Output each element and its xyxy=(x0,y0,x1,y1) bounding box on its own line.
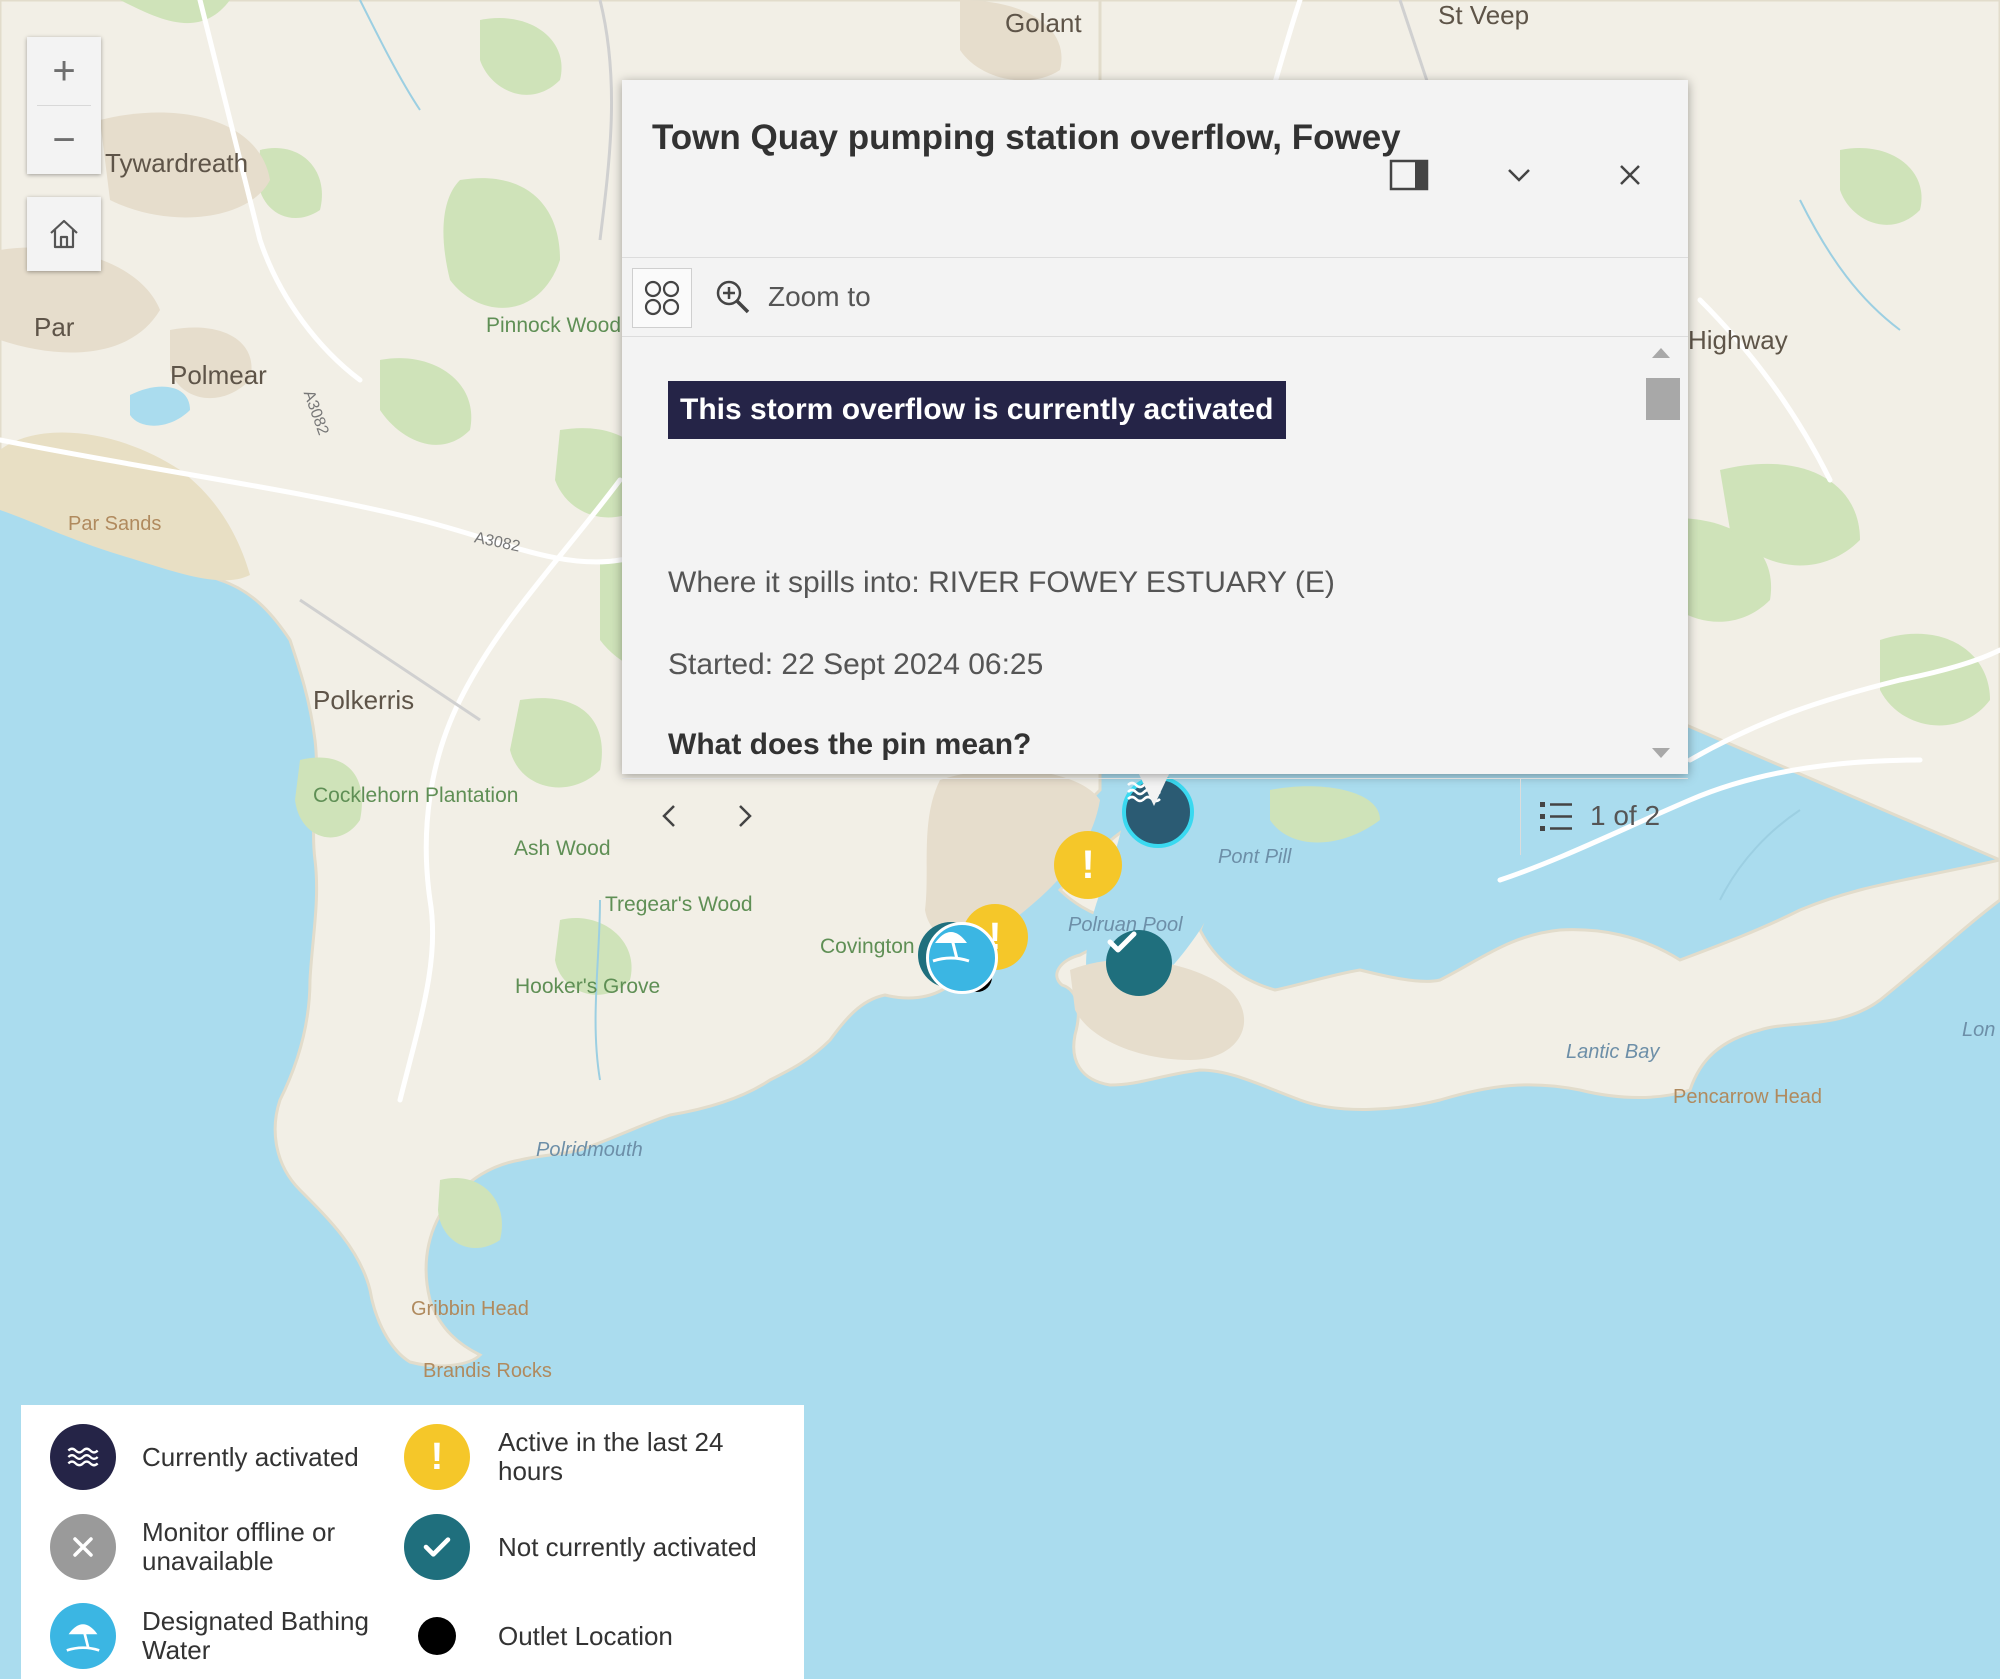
legend-item-designated-bathing-water: Designated Bathing Water xyxy=(50,1603,390,1669)
pagination-label: 1 of 2 xyxy=(1590,800,1661,831)
place-label: Ash Wood xyxy=(514,837,611,860)
place-label: Covington xyxy=(820,935,915,958)
feature-popup: Town Quay pumping station overflow, Fowe… xyxy=(622,80,1688,855)
place-label: Pencarrow Head xyxy=(1673,1086,1822,1108)
dock-button[interactable] xyxy=(1384,150,1434,200)
place-label: Par xyxy=(34,312,75,342)
close-icon xyxy=(1620,165,1640,185)
chevron-left-icon xyxy=(662,805,675,827)
feature-list-button[interactable]: 1 of 2 xyxy=(1538,791,1660,841)
map-legend: Currently activated ! Active in the last… xyxy=(21,1405,804,1679)
legend-item-monitor-offline: Monitor offline or unavailable xyxy=(50,1514,390,1580)
previous-feature-button[interactable] xyxy=(644,791,694,841)
dock-panel-icon xyxy=(1389,159,1429,191)
x-icon xyxy=(50,1514,116,1580)
list-icon xyxy=(1540,802,1572,831)
beach-umbrella-icon xyxy=(932,932,970,963)
exclamation-icon: ! xyxy=(404,1424,470,1490)
check-icon xyxy=(404,1514,470,1580)
zoom-in-magnifier-icon xyxy=(716,280,750,314)
zoom-to-button[interactable]: Zoom to xyxy=(714,272,871,322)
place-label: Polridmouth xyxy=(536,1139,643,1161)
legend-label: Designated Bathing Water xyxy=(142,1606,369,1665)
legend-item-not-currently-activated: Not currently activated xyxy=(404,1514,784,1580)
popup-title: Town Quay pumping station overflow, Fowe… xyxy=(652,118,1401,157)
place-label: Highway xyxy=(1688,325,1788,355)
place-label: Cocklehorn Plantation xyxy=(313,784,519,807)
beach-umbrella-icon xyxy=(50,1603,116,1669)
legend-label: Currently activated xyxy=(142,1441,359,1472)
popup-header: Town Quay pumping station overflow, Fowe… xyxy=(622,80,1688,257)
pin-meaning-heading: What does the pin mean? xyxy=(668,728,1032,761)
place-label: Pinnock Wood xyxy=(486,314,622,337)
chevron-down-icon xyxy=(1508,169,1530,182)
place-label: Lon xyxy=(1962,1019,1996,1041)
popup-footer: 1 of 2 xyxy=(622,778,1688,855)
legend-label: Outlet Location xyxy=(498,1620,673,1651)
home-icon xyxy=(50,219,78,249)
actions-grid-icon xyxy=(644,280,680,316)
legend-item-outlet-location: Outlet Location xyxy=(404,1603,784,1669)
place-label: St Veep xyxy=(1438,0,1530,30)
legend-item-currently-activated: Currently activated xyxy=(50,1424,390,1490)
dot-icon xyxy=(404,1603,470,1669)
actions-menu-button[interactable] xyxy=(632,268,692,328)
place-label: Hooker's Grove xyxy=(515,975,661,998)
place-label: Tregear's Wood xyxy=(605,893,753,916)
spills-into-text: Where it spills into: RIVER FOWEY ESTUAR… xyxy=(668,566,1335,599)
legend-label: Active in the last 24 hours xyxy=(498,1427,724,1486)
marker-not-currently-activated[interactable] xyxy=(1106,930,1172,996)
zoom-in-button[interactable]: + xyxy=(27,37,101,105)
place-label: Tywardreath xyxy=(105,148,249,178)
zoom-to-label: Zoom to xyxy=(768,281,871,312)
next-feature-button[interactable] xyxy=(720,791,770,841)
popup-content[interactable]: This storm overflow is currently activat… xyxy=(622,336,1688,778)
scroll-down-arrow[interactable] xyxy=(1652,748,1670,758)
footer-divider xyxy=(1520,779,1521,855)
status-badge: This storm overflow is currently activat… xyxy=(668,381,1286,439)
marker-designated-bathing-water[interactable] xyxy=(926,922,998,994)
collapse-button[interactable] xyxy=(1494,150,1544,200)
home-button[interactable] xyxy=(27,197,101,271)
legend-label: Not currently activated xyxy=(498,1531,757,1562)
chevron-right-icon xyxy=(739,805,752,827)
place-label: Polmear xyxy=(170,360,267,390)
popup-toolbar: Zoom to xyxy=(622,257,1688,337)
zoom-control: + − xyxy=(27,37,101,174)
zoom-out-button[interactable]: − xyxy=(27,106,101,174)
check-icon xyxy=(1107,931,1137,953)
place-label: Golant xyxy=(1005,8,1082,38)
place-label: Polkerris xyxy=(313,685,415,715)
legend-item-active-last-24-hours: ! Active in the last 24 hours xyxy=(404,1424,784,1490)
started-text: Started: 22 Sept 2024 06:25 xyxy=(668,648,1044,681)
scroll-up-arrow[interactable] xyxy=(1652,348,1670,358)
place-label: Par Sands xyxy=(68,513,162,535)
place-label: Brandis Rocks xyxy=(423,1360,552,1382)
place-label: Gribbin Head xyxy=(411,1298,529,1320)
legend-label: Monitor offline or unavailable xyxy=(142,1517,336,1576)
place-label: Lantic Bay xyxy=(1566,1041,1660,1063)
scrollbar-thumb[interactable] xyxy=(1646,378,1680,420)
waves-icon xyxy=(50,1424,116,1490)
close-button[interactable] xyxy=(1605,150,1655,200)
